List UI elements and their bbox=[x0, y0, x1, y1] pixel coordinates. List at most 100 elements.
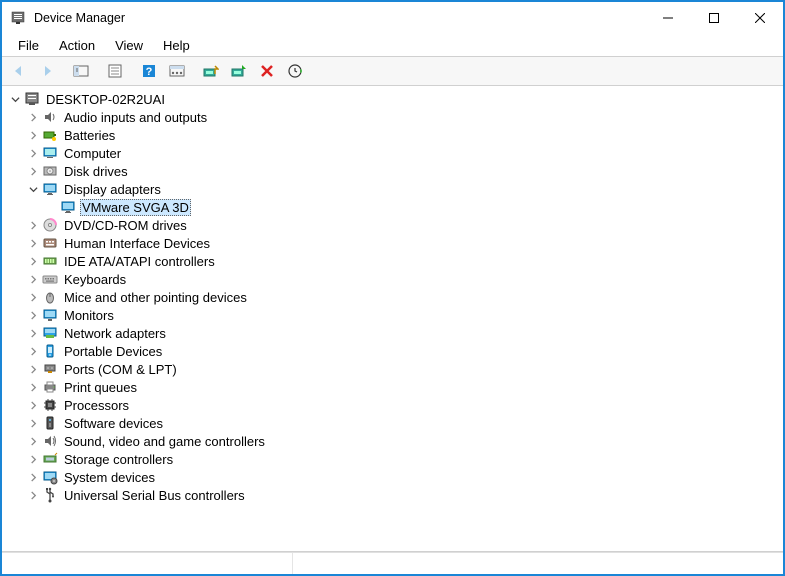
uninstall-device-button[interactable] bbox=[256, 60, 278, 82]
menu-bar: File Action View Help bbox=[2, 34, 783, 56]
tree-category-label: System devices bbox=[62, 470, 157, 485]
monitor-icon bbox=[42, 307, 58, 323]
tree-category-label: Sound, video and game controllers bbox=[62, 434, 267, 449]
tree-category[interactable]: Computer bbox=[4, 144, 781, 162]
help-button[interactable]: ? bbox=[138, 60, 160, 82]
update-driver-button[interactable] bbox=[200, 60, 222, 82]
chevron-right-icon[interactable] bbox=[26, 308, 40, 322]
chevron-down-icon[interactable] bbox=[8, 92, 22, 106]
tree-category[interactable]: Software devices bbox=[4, 414, 781, 432]
tree-category-label: Print queues bbox=[62, 380, 139, 395]
tree-category[interactable]: Portable Devices bbox=[4, 342, 781, 360]
chevron-right-icon[interactable] bbox=[26, 218, 40, 232]
menu-view[interactable]: View bbox=[105, 36, 153, 55]
tree-root[interactable]: DESKTOP-02R2UAI bbox=[4, 90, 781, 108]
title-bar: Device Manager bbox=[2, 2, 783, 34]
tree-category[interactable]: Print queues bbox=[4, 378, 781, 396]
software-icon bbox=[42, 415, 58, 431]
chevron-right-icon[interactable] bbox=[26, 128, 40, 142]
tree-device[interactable]: VMware SVGA 3D bbox=[4, 198, 781, 216]
display-icon bbox=[60, 199, 76, 215]
tree-category[interactable]: Sound, video and game controllers bbox=[4, 432, 781, 450]
tree-category-label: Computer bbox=[62, 146, 123, 161]
tree-category[interactable]: Batteries bbox=[4, 126, 781, 144]
chevron-right-icon[interactable] bbox=[26, 416, 40, 430]
tree-category-label: Ports (COM & LPT) bbox=[62, 362, 179, 377]
chevron-right-icon[interactable] bbox=[26, 344, 40, 358]
tree-category[interactable]: DVD/CD-ROM drives bbox=[4, 216, 781, 234]
chevron-right-icon[interactable] bbox=[26, 452, 40, 466]
chevron-right-icon[interactable] bbox=[26, 326, 40, 340]
tree-category-label: Batteries bbox=[62, 128, 117, 143]
tree-category-label: Monitors bbox=[62, 308, 116, 323]
tree-category[interactable]: Audio inputs and outputs bbox=[4, 108, 781, 126]
chevron-right-icon[interactable] bbox=[26, 236, 40, 250]
usb-icon bbox=[42, 487, 58, 503]
chevron-right-icon[interactable] bbox=[26, 164, 40, 178]
menu-action[interactable]: Action bbox=[49, 36, 105, 55]
tree-category[interactable]: Display adapters bbox=[4, 180, 781, 198]
menu-file[interactable]: File bbox=[8, 36, 49, 55]
chevron-right-icon[interactable] bbox=[26, 362, 40, 376]
tree-category[interactable]: Mice and other pointing devices bbox=[4, 288, 781, 306]
tree-category[interactable]: Processors bbox=[4, 396, 781, 414]
chevron-right-icon[interactable] bbox=[26, 398, 40, 412]
system-icon bbox=[42, 469, 58, 485]
forward-button[interactable] bbox=[36, 60, 58, 82]
tree-category-label: Keyboards bbox=[62, 272, 128, 287]
tree-category-label: Audio inputs and outputs bbox=[62, 110, 209, 125]
tree-category[interactable]: Universal Serial Bus controllers bbox=[4, 486, 781, 504]
tree-category-label: Processors bbox=[62, 398, 131, 413]
window-title: Device Manager bbox=[34, 11, 645, 25]
menu-help[interactable]: Help bbox=[153, 36, 200, 55]
chevron-right-icon[interactable] bbox=[26, 272, 40, 286]
cpu-icon bbox=[42, 397, 58, 413]
display-icon bbox=[42, 181, 58, 197]
tree-category[interactable]: Monitors bbox=[4, 306, 781, 324]
dvd-icon bbox=[42, 217, 58, 233]
device-tree[interactable]: DESKTOP-02R2UAI Audio inputs and outputs B… bbox=[2, 86, 783, 552]
tree-category-label: Storage controllers bbox=[62, 452, 175, 467]
chevron-right-icon[interactable] bbox=[26, 488, 40, 502]
tree-category-label: Mice and other pointing devices bbox=[62, 290, 249, 305]
tree-category[interactable]: Disk drives bbox=[4, 162, 781, 180]
chevron-right-icon[interactable] bbox=[26, 110, 40, 124]
tree-category[interactable]: Network adapters bbox=[4, 324, 781, 342]
tree-category[interactable]: Ports (COM & LPT) bbox=[4, 360, 781, 378]
chevron-right-icon[interactable] bbox=[26, 470, 40, 484]
tree-category[interactable]: Human Interface Devices bbox=[4, 234, 781, 252]
battery-icon bbox=[42, 127, 58, 143]
minimize-button[interactable] bbox=[645, 3, 691, 33]
close-button[interactable] bbox=[737, 3, 783, 33]
tree-category[interactable]: IDE ATA/ATAPI controllers bbox=[4, 252, 781, 270]
printer-icon bbox=[42, 379, 58, 395]
enable-device-button[interactable] bbox=[228, 60, 250, 82]
window-controls bbox=[645, 3, 783, 33]
chevron-right-icon[interactable] bbox=[26, 290, 40, 304]
mouse-icon bbox=[42, 289, 58, 305]
action-toolbar-button[interactable] bbox=[166, 60, 188, 82]
show-hide-console-tree-button[interactable] bbox=[70, 60, 92, 82]
chevron-right-icon[interactable] bbox=[26, 146, 40, 160]
status-bar bbox=[2, 552, 783, 574]
tree-root-label: DESKTOP-02R2UAI bbox=[44, 92, 167, 107]
maximize-button[interactable] bbox=[691, 3, 737, 33]
back-button[interactable] bbox=[8, 60, 30, 82]
tree-category-label: Universal Serial Bus controllers bbox=[62, 488, 247, 503]
tree-category-label: Software devices bbox=[62, 416, 165, 431]
tree-category[interactable]: Storage controllers bbox=[4, 450, 781, 468]
chevron-right-icon[interactable] bbox=[26, 380, 40, 394]
scan-hardware-button[interactable] bbox=[284, 60, 306, 82]
tree-category[interactable]: Keyboards bbox=[4, 270, 781, 288]
tree-category[interactable]: System devices bbox=[4, 468, 781, 486]
tree-category-label: Portable Devices bbox=[62, 344, 164, 359]
app-icon bbox=[10, 10, 26, 26]
chevron-right-icon[interactable] bbox=[26, 434, 40, 448]
chevron-down-icon[interactable] bbox=[26, 182, 40, 196]
properties-button[interactable] bbox=[104, 60, 126, 82]
chevron-right-icon[interactable] bbox=[26, 254, 40, 268]
audio-icon bbox=[42, 109, 58, 125]
root-icon bbox=[24, 91, 40, 107]
svg-text:?: ? bbox=[146, 66, 153, 78]
tree-device-label: VMware SVGA 3D bbox=[80, 199, 191, 216]
